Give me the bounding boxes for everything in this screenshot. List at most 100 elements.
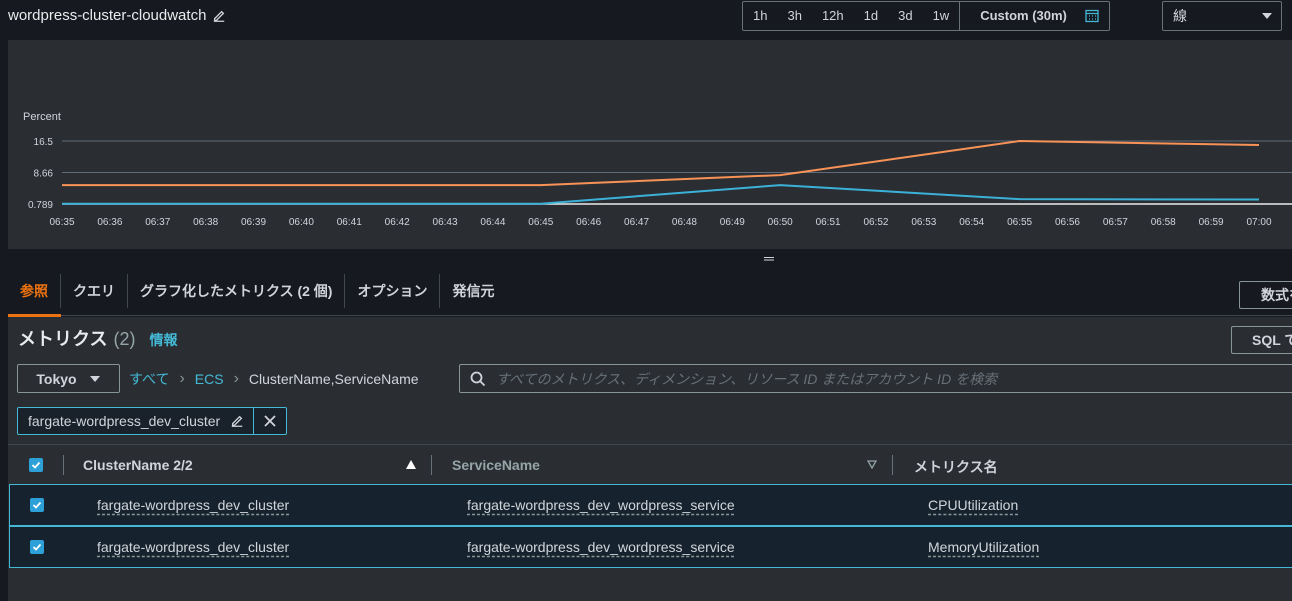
x-tick-label: 06:53	[911, 217, 936, 228]
x-tick-label: 06:40	[289, 217, 314, 228]
range-1w[interactable]: 1w	[923, 2, 960, 30]
chart-type-value: 線	[1173, 8, 1187, 24]
x-tick-label: 06:46	[576, 217, 601, 228]
sql-button[interactable]: SQL で	[1231, 326, 1292, 354]
checkmark-icon	[32, 501, 42, 509]
time-range-selector: 1h 3h 12h 1d 3d 1w Custom (30m)	[742, 1, 1110, 31]
x-tick-label: 06:47	[624, 217, 649, 228]
breadcrumb-all[interactable]: すべて	[129, 369, 169, 389]
column-divider	[431, 455, 432, 475]
dashboard-title: wordpress-cluster-cloudwatch	[8, 7, 226, 24]
filter-token-label[interactable]: fargate-wordpress_dev_cluster	[18, 408, 253, 434]
y-tick-label: 16.5	[34, 137, 54, 148]
x-tick-label: 06:36	[97, 217, 122, 228]
select-all-checkbox[interactable]	[29, 458, 43, 472]
table-header: ClusterName 2/2 ServiceName メトリクス名	[8, 444, 1292, 484]
column-divider	[892, 455, 893, 475]
range-12h[interactable]: 12h	[812, 2, 854, 30]
series-line-1	[62, 139, 1260, 187]
edit-icon[interactable]	[230, 414, 244, 428]
tab-bar: 参照 クエリ グラフ化したメトリクス (2 個) オプション 発信元	[8, 266, 1292, 317]
range-3h[interactable]: 3h	[777, 2, 811, 30]
x-tick-label: 06:58	[1151, 217, 1176, 228]
search-input[interactable]	[496, 370, 1292, 387]
metrics-heading: メトリクス	[18, 329, 108, 349]
cell-service-name[interactable]: fargate-wordpress_dev_wordpress_service	[467, 539, 735, 555]
caret-down-icon	[89, 375, 100, 382]
y-axis-label: Percent	[23, 111, 61, 123]
x-tick-label: 06:44	[480, 217, 505, 228]
x-tick-label: 06:49	[720, 217, 745, 228]
x-tick-label: 06:55	[1007, 217, 1032, 228]
range-custom-label: Custom (30m)	[980, 8, 1067, 23]
tab-browse[interactable]: 参照	[8, 273, 61, 317]
edit-icon[interactable]	[212, 9, 226, 23]
header-metric-name[interactable]: メトリクス名	[914, 457, 998, 477]
row-checkbox[interactable]	[30, 498, 44, 512]
chart-panel: Percent 16.5 8.66 0.789 06:35 06:36 06:37 06:38…	[8, 40, 1292, 249]
breadcrumb-namespace[interactable]: ECS	[195, 371, 224, 387]
column-divider	[63, 455, 64, 475]
metric-search	[459, 364, 1292, 393]
x-tick-label: 06:42	[385, 217, 410, 228]
sort-ascending-icon[interactable]	[406, 460, 416, 469]
filter-token: fargate-wordpress_dev_cluster	[17, 407, 288, 435]
checkmark-icon	[32, 543, 42, 551]
cell-service-name[interactable]: fargate-wordpress_dev_wordpress_service	[467, 497, 735, 513]
row-checkbox[interactable]	[30, 540, 44, 554]
x-tick-label: 06:43	[433, 217, 458, 228]
x-tick-label: 06:38	[193, 217, 218, 228]
remove-filter-button[interactable]	[253, 408, 286, 434]
metrics-header: メトリクス (2) 情報	[18, 325, 177, 351]
info-link[interactable]: 情報	[149, 330, 177, 350]
cell-metric-name[interactable]: CPUUtilization	[928, 497, 1018, 513]
chevron-right-icon: ›	[179, 370, 185, 387]
range-3d[interactable]: 3d	[888, 2, 922, 30]
tab-query[interactable]: クエリ	[61, 273, 128, 308]
x-tick-label: 06:35	[49, 217, 74, 228]
header-service-name[interactable]: ServiceName	[452, 457, 540, 473]
metrics-count: (2)	[113, 329, 136, 349]
tab-graphed-metrics[interactable]: グラフ化したメトリクス (2 個)	[128, 273, 346, 308]
breadcrumb: すべて › ECS › ClusterName,ServiceName	[129, 369, 419, 389]
series-line-2	[62, 184, 1260, 205]
x-tick-label: 06:37	[145, 217, 170, 228]
add-formula-button[interactable]: 数式を	[1239, 281, 1292, 309]
range-1h[interactable]: 1h	[743, 2, 777, 30]
x-tick-label: 06:57	[1103, 217, 1128, 228]
x-tick-label: 06:56	[1055, 217, 1080, 228]
cell-cluster-name[interactable]: fargate-wordpress_dev_cluster	[97, 497, 289, 513]
region-value: Tokyo	[36, 370, 77, 387]
dashboard-title-text: wordpress-cluster-cloudwatch	[8, 7, 207, 24]
range-custom[interactable]: Custom (30m)	[960, 2, 1109, 30]
sort-icon[interactable]	[867, 460, 877, 469]
y-tick-label: 0.789	[28, 200, 53, 211]
x-tick-label: 06:48	[672, 217, 697, 228]
table-row[interactable]: fargate-wordpress_dev_cluster fargate-wo…	[9, 484, 1292, 526]
chart-type-select[interactable]: 線	[1162, 1, 1282, 31]
x-tick-label: 06:39	[241, 217, 266, 228]
caret-down-icon	[1262, 13, 1272, 19]
table-row[interactable]: fargate-wordpress_dev_cluster fargate-wo…	[9, 526, 1292, 568]
x-tick-label: 07:00	[1246, 217, 1271, 228]
region-select[interactable]: Tokyo	[17, 364, 120, 393]
tab-source[interactable]: 発信元	[440, 274, 506, 308]
x-tick-label: 06:59	[1199, 217, 1224, 228]
cell-cluster-name[interactable]: fargate-wordpress_dev_cluster	[97, 539, 289, 555]
close-icon	[264, 415, 276, 427]
cell-metric-name[interactable]: MemoryUtilization	[928, 539, 1039, 555]
header-cluster-name[interactable]: ClusterName 2/2	[83, 457, 193, 473]
breadcrumb-dimension: ClusterName,ServiceName	[248, 371, 419, 387]
x-tick-label: 06:41	[337, 217, 362, 228]
x-tick-label: 06:51	[816, 217, 841, 228]
x-tick-label: 06:54	[959, 217, 984, 228]
x-tick-label: 06:50	[768, 217, 793, 228]
chevron-right-icon: ›	[233, 370, 239, 387]
checkmark-icon	[31, 461, 41, 469]
range-1d[interactable]: 1d	[854, 2, 888, 30]
line-chart: Percent 16.5 8.66 0.789 06:35 06:36 06:37 06:38…	[23, 111, 1292, 228]
search-icon	[470, 371, 486, 386]
tab-options[interactable]: オプション	[345, 273, 441, 308]
resize-handle[interactable]: ═	[764, 251, 774, 265]
y-tick-label: 8.66	[34, 168, 54, 179]
